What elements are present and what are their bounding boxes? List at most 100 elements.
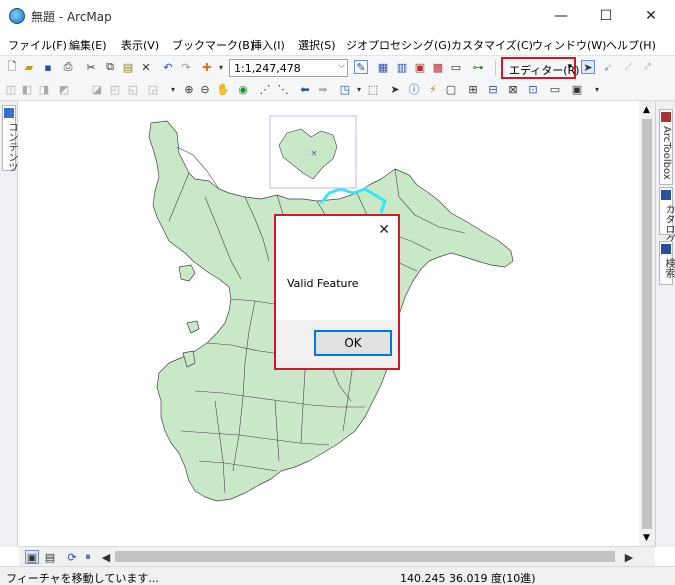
copy-icon[interactable]: ⧉: [103, 60, 117, 74]
cut-icon[interactable]: ✂: [84, 60, 98, 74]
label-weights-icon[interactable]: ◪: [90, 82, 104, 96]
labeling-more-icon[interactable]: ▾: [166, 82, 180, 96]
menu-edit[interactable]: 編集(E): [69, 37, 107, 53]
label-manager-icon[interactable]: ◫: [4, 82, 18, 96]
html-popup-icon[interactable]: ▢: [444, 82, 458, 96]
left-dock: コンテンツ: [0, 101, 18, 547]
end-point-arc-icon[interactable]: ⤤: [641, 60, 655, 74]
scroll-up-icon[interactable]: ▲: [643, 105, 650, 115]
paste-icon[interactable]: ▤: [121, 60, 135, 74]
ok-button[interactable]: OK: [314, 330, 392, 356]
layout-view-icon[interactable]: ▤: [43, 550, 57, 564]
catalog-dock-tab[interactable]: カタログ: [659, 187, 674, 244]
contents-tab-label: コンテンツ: [6, 122, 17, 172]
scroll-thumb[interactable]: [642, 119, 652, 529]
map-scale-combobox[interactable]: 1:1,247,478 ⌵: [229, 59, 348, 77]
editor-menu-button[interactable]: エディター(R) ▾: [501, 57, 579, 79]
new-document-icon[interactable]: 🗋: [5, 60, 19, 74]
map-vertical-scrollbar[interactable]: ▲ ▼: [639, 101, 655, 546]
pause-drawing-icon[interactable]: ⏸: [81, 550, 95, 564]
contents-tab-icon: [4, 108, 14, 118]
pause-labeling-icon[interactable]: ◱: [126, 82, 140, 96]
find-icon[interactable]: ⊞: [466, 82, 480, 96]
undo-icon[interactable]: ↶: [161, 60, 175, 74]
status-bar: フィーチャを移動しています... 140.245 36.019 度(10進): [0, 566, 675, 585]
island-1: [178, 264, 196, 282]
label-priority-icon[interactable]: ◩: [57, 82, 71, 96]
arctoolbox-dock-tab[interactable]: ArcToolbox: [659, 109, 673, 185]
horizontal-scroll-thumb[interactable]: [115, 551, 615, 562]
menu-geoprocessing[interactable]: ジオプロセシング(G): [346, 37, 451, 53]
search-window-icon[interactable]: ▣: [413, 60, 427, 74]
delete-icon[interactable]: ✕: [139, 60, 153, 74]
edit-tool-icon[interactable]: ➤: [581, 60, 595, 74]
menu-file[interactable]: ファイル(F): [8, 37, 67, 53]
select-features-icon[interactable]: ◳: [338, 82, 352, 96]
create-viewer-window-icon[interactable]: ▣: [570, 82, 584, 96]
fixed-zoom-in-icon[interactable]: ⋰: [258, 82, 272, 96]
dialog-message: Valid Feature: [287, 277, 359, 290]
pan-hand-icon[interactable]: ✋: [216, 82, 230, 96]
standard-toolbar: 🗋 ▰ ▪ ⎙ ✂ ⧉ ▤ ✕ ↶ ↷ ✚ ▾ 1:1,247,478 ⌵ ✎ …: [0, 55, 675, 79]
measure-icon[interactable]: ⊡: [526, 82, 540, 96]
full-extent-icon[interactable]: ◉: [236, 82, 250, 96]
status-coordinates: 140.245 36.019 度(10進): [400, 572, 536, 585]
catalog-window-icon[interactable]: ▥: [395, 60, 409, 74]
overview-inset: ×: [269, 115, 357, 189]
editor-toolbar-icon[interactable]: ✎: [354, 60, 368, 74]
open-folder-icon[interactable]: ▰: [22, 60, 36, 74]
minimize-button[interactable]: —: [538, 0, 584, 31]
menu-insert[interactable]: 挿入(I): [251, 37, 285, 53]
right-dock: ArcToolbox カタログ 検索: [655, 101, 675, 547]
maximize-button[interactable]: ☐: [583, 0, 629, 31]
view-unplaced-icon[interactable]: ◰: [108, 82, 122, 96]
arctoolbox-icon[interactable]: ▩: [431, 60, 445, 74]
search-dock-tab[interactable]: 検索: [659, 241, 674, 285]
select-features-dropdown-icon[interactable]: ▾: [352, 82, 366, 96]
clear-selection-icon[interactable]: ⬚: [366, 82, 380, 96]
dialog-close-button[interactable]: ✕: [378, 222, 390, 238]
menu-bookmarks[interactable]: ブックマーク(B): [172, 37, 254, 53]
add-data-dropdown-icon[interactable]: ▾: [214, 60, 228, 74]
label-options-icon[interactable]: ◲: [146, 82, 160, 96]
save-icon[interactable]: ▪: [41, 60, 55, 74]
edit-annotation-icon[interactable]: ➹: [601, 60, 615, 74]
unplaced-labels-icon[interactable]: ◨: [37, 82, 51, 96]
table-of-contents-icon[interactable]: ▦: [376, 60, 390, 74]
redo-icon[interactable]: ↷: [179, 60, 193, 74]
scroll-left-icon[interactable]: ◀: [99, 550, 113, 564]
back-extent-icon[interactable]: ⬅: [298, 82, 312, 96]
zoom-in-icon[interactable]: ⊕: [182, 82, 196, 96]
menu-help[interactable]: ヘルプ(H): [606, 37, 656, 53]
menu-customize[interactable]: カスタマイズ(C): [451, 37, 533, 53]
straight-segment-icon[interactable]: ⟋: [622, 60, 636, 74]
scroll-right-icon[interactable]: ▶: [622, 550, 636, 564]
select-elements-icon[interactable]: ➤: [388, 82, 402, 96]
find-route-icon[interactable]: ⊟: [486, 82, 500, 96]
python-window-icon[interactable]: ▭: [449, 60, 463, 74]
data-view-icon[interactable]: ▣: [25, 550, 39, 564]
model-builder-icon[interactable]: ⊶: [471, 60, 485, 74]
identify-icon[interactable]: ⓘ: [407, 82, 421, 96]
tools-more-icon[interactable]: ▾: [590, 82, 604, 96]
menu-selection[interactable]: 選択(S): [298, 37, 336, 53]
close-window-button[interactable]: ✕: [628, 0, 674, 31]
hyperlink-icon[interactable]: ⚡: [426, 82, 440, 96]
add-data-icon[interactable]: ✚: [200, 60, 214, 74]
print-icon[interactable]: ⎙: [61, 60, 75, 74]
tools-toolbar: ◫ ◧ ◨ ◩ ◪ ◰ ◱ ◲ ▾ ⊕ ⊖ ✋ ◉ ⋰ ⋱ ⬅ ➡ ◳ ▾ ⬚ …: [0, 79, 675, 101]
menu-windows[interactable]: ウィンドウ(W): [532, 37, 606, 53]
forward-extent-icon[interactable]: ➡: [316, 82, 330, 96]
time-slider-icon[interactable]: ▭: [548, 82, 562, 96]
title-bar: 無題 - ArcMap — ☐ ✕: [0, 0, 675, 32]
go-to-xy-icon[interactable]: ⊠: [506, 82, 520, 96]
contents-dock-tab[interactable]: コンテンツ: [2, 105, 17, 172]
status-message: フィーチャを移動しています...: [6, 572, 159, 585]
fixed-zoom-out-icon[interactable]: ⋱: [276, 82, 290, 96]
zoom-out-icon[interactable]: ⊖: [198, 82, 212, 96]
lock-labels-icon[interactable]: ◧: [20, 82, 34, 96]
scale-dropdown-icon[interactable]: ⌵: [338, 61, 345, 71]
refresh-view-icon[interactable]: ⟳: [65, 550, 79, 564]
menu-view[interactable]: 表示(V): [121, 37, 159, 53]
scroll-down-icon[interactable]: ▼: [643, 533, 650, 543]
